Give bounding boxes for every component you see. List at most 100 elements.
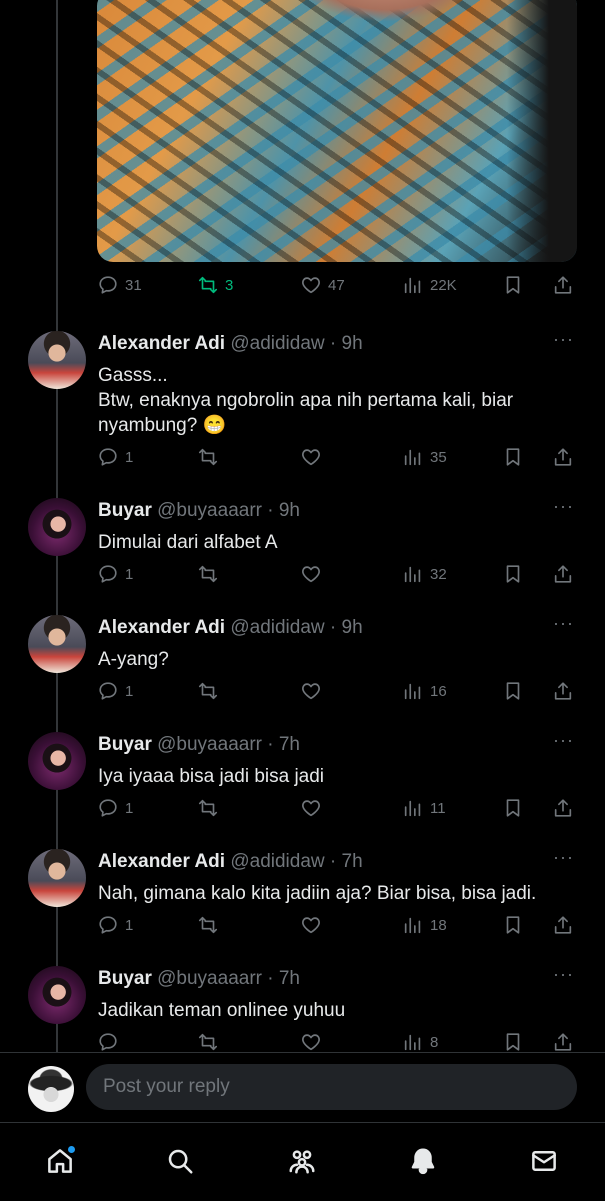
tweet-text: A-yang? [98, 649, 169, 670]
messages-icon [532, 1151, 556, 1171]
retweet-button[interactable]: 3 [197, 270, 233, 300]
avatar[interactable] [28, 732, 86, 790]
retweet-button[interactable] [197, 910, 219, 940]
reply-button[interactable]: 1 [97, 910, 133, 940]
tweet-actions: 1 32 [97, 559, 577, 589]
like-button[interactable] [300, 676, 322, 706]
heart-icon [302, 917, 320, 934]
bookmark-button[interactable] [502, 559, 524, 589]
nav-home[interactable] [40, 1141, 80, 1181]
views-icon [404, 917, 421, 934]
tweet-actions: 1 35 [97, 442, 577, 472]
display-name[interactable]: Alexander Adi [98, 851, 225, 872]
home-notification-dot [68, 1146, 75, 1153]
handle-and-time: @buyaaaarr · 7h [157, 968, 301, 989]
share-button[interactable] [552, 559, 574, 589]
reply-icon [99, 799, 117, 817]
bookmark-button[interactable] [502, 270, 524, 300]
avatar[interactable] [28, 615, 86, 673]
bookmark-icon [506, 448, 520, 466]
share-button[interactable] [552, 676, 574, 706]
handle-and-time: @adididaw · 9h [230, 333, 363, 354]
views-count: 32 [430, 565, 447, 583]
share-button[interactable] [552, 442, 574, 472]
more-options-icon[interactable]: ··· [553, 730, 574, 751]
nav-communities[interactable] [282, 1141, 322, 1181]
more-options-icon[interactable]: ··· [553, 496, 574, 517]
reply-button[interactable]: 1 [97, 793, 133, 823]
bookmark-button[interactable] [502, 793, 524, 823]
bookmark-icon [506, 565, 520, 583]
like-button[interactable] [300, 910, 322, 940]
share-icon [554, 916, 572, 934]
share-icon [554, 276, 572, 294]
more-options-icon[interactable]: ··· [553, 329, 574, 350]
reply-button[interactable]: 1 [97, 676, 133, 706]
nav-messages[interactable] [524, 1141, 564, 1181]
bookmark-icon [506, 916, 520, 934]
display-name[interactable]: Buyar [98, 500, 152, 521]
share-button[interactable] [552, 270, 574, 300]
retweet-icon [198, 276, 218, 294]
share-button[interactable] [552, 910, 574, 940]
post-photo[interactable] [97, 0, 577, 262]
reply-icon [99, 1033, 117, 1051]
retweet-icon [198, 565, 218, 583]
reply-input[interactable]: Post your reply [86, 1064, 577, 1110]
views-count: 11 [430, 799, 446, 817]
reply-icon [99, 448, 117, 466]
views-button[interactable]: 32 [402, 559, 447, 589]
tweet-text: Gasss... Btw, enaknya ngobrolin apa nih … [98, 365, 514, 436]
retweet-icon [198, 916, 218, 934]
tweet-actions: 1 18 [97, 910, 577, 940]
bookmark-button[interactable] [502, 910, 524, 940]
my-avatar[interactable] [28, 1066, 74, 1112]
display-name[interactable]: Alexander Adi [98, 333, 225, 354]
avatar[interactable] [28, 966, 86, 1024]
nav-notifications[interactable] [403, 1141, 443, 1181]
views-button[interactable]: 18 [402, 910, 447, 940]
reply-button[interactable]: 31 [97, 270, 142, 300]
retweet-button[interactable] [197, 676, 219, 706]
views-button[interactable]: 22K [402, 270, 457, 300]
reply-icon [99, 565, 117, 583]
top-post-actions: 31 3 47 22K [97, 270, 577, 300]
reply-button[interactable]: 1 [97, 442, 133, 472]
bookmark-button[interactable] [502, 676, 524, 706]
nav-search[interactable] [160, 1141, 200, 1181]
handle-and-time: @buyaaaarr · 9h [157, 500, 301, 521]
reply-icon [99, 682, 117, 700]
avatar[interactable] [28, 849, 86, 907]
tweet-text: Nah, gimana kalo kita jadiin aja? Biar b… [98, 883, 537, 904]
like-button[interactable]: 47 [300, 270, 345, 300]
views-button[interactable]: 35 [402, 442, 447, 472]
views-icon [404, 1034, 421, 1051]
display-name[interactable]: Alexander Adi [98, 617, 225, 638]
retweet-button[interactable] [197, 442, 219, 472]
avatar[interactable] [28, 331, 86, 389]
tweet-header: Buyar @buyaaaarr · 7h [98, 968, 300, 990]
reply-button[interactable]: 1 [97, 559, 133, 589]
like-button[interactable] [300, 793, 322, 823]
like-button[interactable] [300, 442, 322, 472]
retweet-button[interactable] [197, 793, 219, 823]
handle-and-time: @buyaaaarr · 7h [157, 734, 301, 755]
like-button[interactable] [300, 559, 322, 589]
display-name[interactable]: Buyar [98, 734, 152, 755]
views-count: 35 [430, 448, 447, 466]
heart-icon [302, 566, 320, 583]
views-button[interactable]: 16 [402, 676, 447, 706]
more-options-icon[interactable]: ··· [553, 613, 574, 634]
views-icon [404, 800, 421, 817]
display-name[interactable]: Buyar [98, 968, 152, 989]
retweet-icon [198, 448, 218, 466]
share-button[interactable] [552, 793, 574, 823]
avatar[interactable] [28, 498, 86, 556]
more-options-icon[interactable]: ··· [553, 964, 574, 985]
retweet-button[interactable] [197, 559, 219, 589]
reply-count: 1 [125, 682, 134, 700]
views-button[interactable]: 11 [402, 793, 446, 823]
more-options-icon[interactable]: ··· [553, 847, 574, 868]
bookmark-button[interactable] [502, 442, 524, 472]
notifications-icon [411, 1148, 435, 1175]
